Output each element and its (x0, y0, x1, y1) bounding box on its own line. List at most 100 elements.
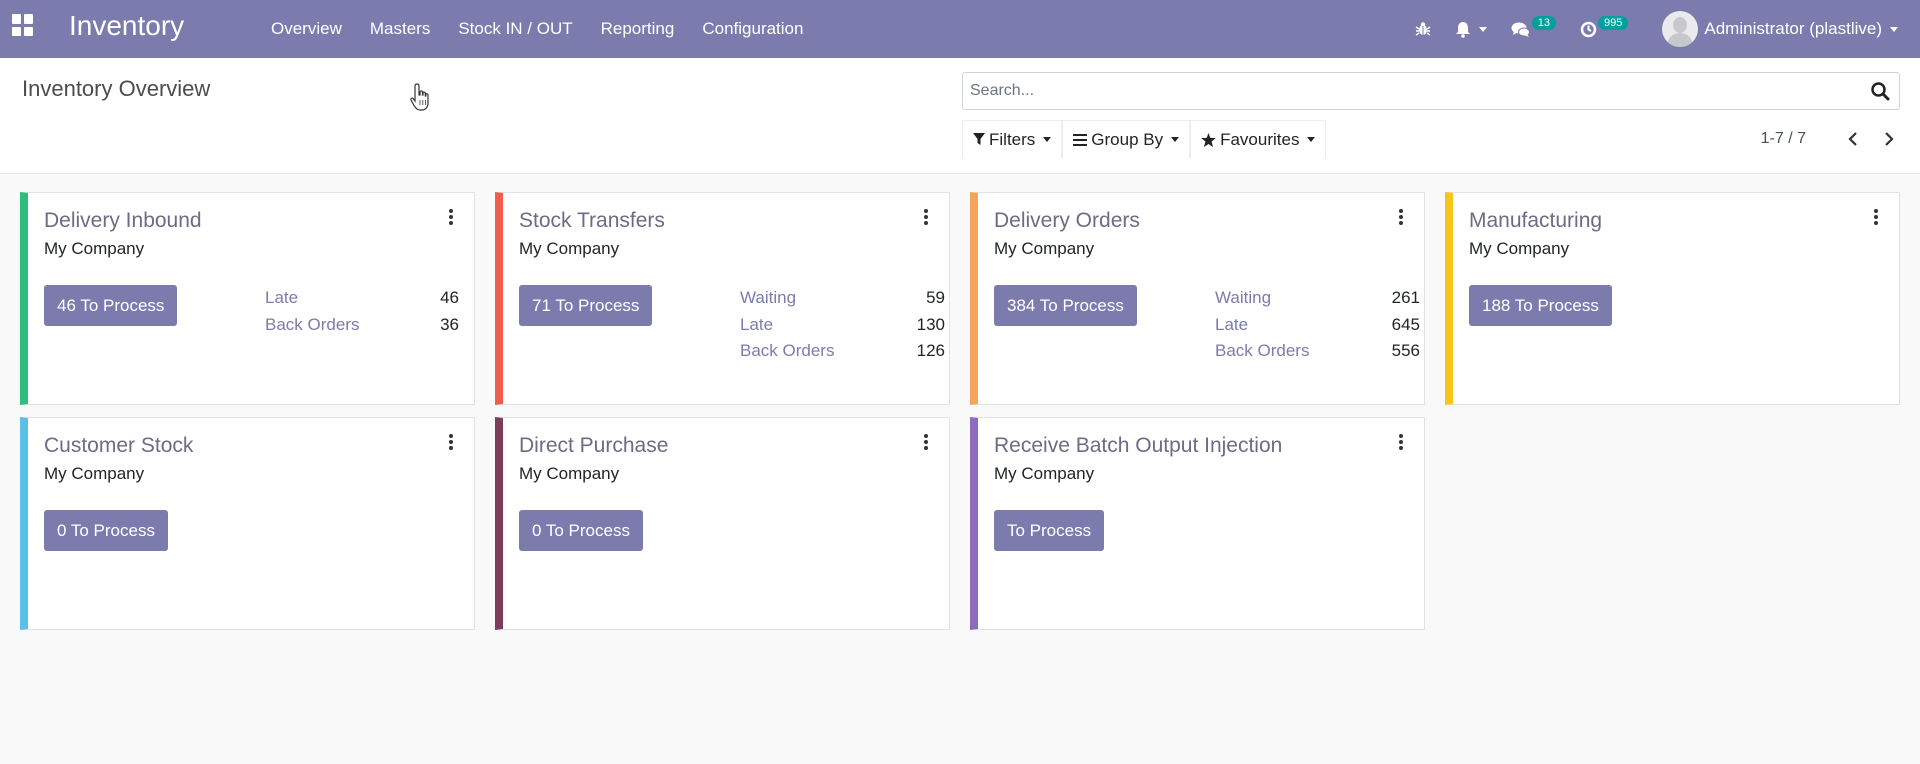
avatar (1662, 11, 1699, 47)
stat-label: Waiting (1215, 288, 1272, 308)
pager: 1-7 / 7 (1761, 130, 1898, 148)
card-title[interactable]: Delivery Orders (994, 209, 1140, 233)
chevron-down-icon (1890, 26, 1898, 32)
kanban-card-stock-transfers[interactable]: Stock Transfers My Company 71 To Process… (495, 192, 950, 405)
card-company: My Company (994, 239, 1095, 258)
search-icon[interactable] (1861, 73, 1899, 109)
more-options-icon[interactable] (1871, 207, 1881, 227)
to-process-button[interactable]: 0 To Process (44, 510, 168, 551)
kanban-card-delivery-inbound[interactable]: Delivery Inbound My Company 46 To Proces… (20, 192, 475, 405)
menu-item-stock-in-out[interactable]: Stock IN / OUT (444, 19, 586, 39)
search-options: Filters Group By Favourites (962, 120, 1327, 158)
user-name: Administrator (plastlive) (1704, 19, 1882, 38)
more-options-icon[interactable] (446, 432, 456, 452)
apps-menu-icon[interactable] (12, 14, 34, 36)
to-process-button[interactable]: 188 To Process (1469, 285, 1612, 326)
card-stats: Late 46 Back Orders 36 (265, 285, 459, 338)
search-bar (962, 72, 1900, 110)
user-menu[interactable]: Administrator (plastlive) (1662, 11, 1898, 47)
menu-item-configuration[interactable]: Configuration (688, 19, 817, 39)
stat-waiting[interactable]: Waiting 59 (740, 285, 945, 312)
pager-next-button[interactable] (1880, 130, 1898, 148)
stat-value: 46 (440, 288, 459, 308)
group-by-label: Group By (1091, 129, 1164, 149)
card-title[interactable]: Manufacturing (1469, 209, 1602, 233)
to-process-button[interactable]: 384 To Process (994, 285, 1137, 326)
more-options-icon[interactable] (446, 207, 456, 227)
kanban-card-customer-stock[interactable]: Customer Stock My Company 0 To Process (20, 417, 475, 630)
more-options-icon[interactable] (921, 432, 931, 452)
card-title[interactable]: Delivery Inbound (44, 209, 202, 233)
card-company: My Company (44, 464, 145, 483)
chevron-right-icon (1885, 132, 1894, 146)
more-options-icon[interactable] (1396, 207, 1406, 227)
main-menu: Overview Masters Stock IN / OUT Reportin… (257, 0, 817, 58)
stat-label: Back Orders (1215, 341, 1310, 361)
filters-label: Filters (989, 129, 1036, 149)
page-title: Inventory Overview (22, 76, 211, 101)
bug-icon (1415, 22, 1431, 36)
filter-icon (973, 133, 985, 145)
to-process-button[interactable]: 0 To Process (519, 510, 643, 551)
kanban-card-delivery-orders[interactable]: Delivery Orders My Company 384 To Proces… (970, 192, 1425, 405)
activity-button[interactable]: 995 (1580, 16, 1629, 38)
stat-back-orders[interactable]: Back Orders 556 (1215, 338, 1420, 365)
stat-label: Back Orders (740, 341, 835, 361)
more-options-icon[interactable] (921, 207, 931, 227)
card-company: My Company (994, 464, 1095, 483)
chat-icon (1511, 22, 1530, 37)
favourites-dropdown[interactable]: Favourites (1190, 120, 1327, 158)
card-title[interactable]: Direct Purchase (519, 434, 668, 458)
stat-label: Waiting (740, 288, 797, 308)
list-icon (1073, 133, 1088, 146)
to-process-button[interactable]: 46 To Process (44, 285, 178, 326)
messages-button[interactable]: 13 (1511, 16, 1557, 38)
filters-dropdown[interactable]: Filters (962, 120, 1063, 158)
kanban-card-direct-purchase[interactable]: Direct Purchase My Company 0 To Process (495, 417, 950, 630)
menu-item-overview[interactable]: Overview (257, 19, 356, 39)
group-by-dropdown[interactable]: Group By (1062, 120, 1191, 158)
card-title[interactable]: Stock Transfers (519, 209, 665, 233)
clock-icon (1580, 21, 1597, 37)
to-process-button[interactable]: 71 To Process (519, 285, 653, 326)
stat-late[interactable]: Late 130 (740, 312, 945, 339)
card-stats: Waiting 59 Late 130 Back Orders 126 (740, 285, 945, 365)
favourites-label: Favourites (1220, 129, 1300, 149)
to-process-button[interactable]: To Process (994, 510, 1105, 551)
search-input[interactable] (963, 82, 1861, 100)
kanban-card-manufacturing[interactable]: Manufacturing My Company 188 To Process (1445, 192, 1900, 405)
stat-label: Back Orders (265, 314, 360, 334)
pager-value[interactable]: 1-7 / 7 (1761, 130, 1806, 148)
chevron-down-icon (1478, 26, 1487, 32)
notifications-button[interactable] (1455, 21, 1487, 38)
kanban-card-receive-batch-output-injection[interactable]: Receive Batch Output Injection My Compan… (970, 417, 1425, 630)
stat-waiting[interactable]: Waiting 261 (1215, 285, 1420, 312)
chevron-down-icon (1171, 137, 1180, 142)
control-panel: Inventory Overview Filters Group By Favo… (0, 58, 1920, 174)
card-company: My Company (44, 239, 145, 258)
chevron-left-icon (1848, 132, 1857, 146)
chevron-down-icon (1307, 137, 1316, 142)
stat-value: 645 (1391, 314, 1420, 334)
card-title[interactable]: Customer Stock (44, 434, 193, 458)
menu-item-masters[interactable]: Masters (356, 19, 444, 39)
activity-count-badge: 995 (1598, 16, 1629, 30)
stat-value: 126 (916, 341, 945, 361)
stat-value: 130 (916, 314, 945, 334)
card-stats: Waiting 261 Late 645 Back Orders 556 (1215, 285, 1420, 365)
stat-late[interactable]: Late 645 (1215, 312, 1420, 339)
more-options-icon[interactable] (1396, 432, 1406, 452)
stat-label: Late (740, 314, 774, 334)
stat-value: 36 (440, 314, 459, 334)
app-brand[interactable]: Inventory (69, 10, 184, 42)
stat-value: 59 (926, 288, 945, 308)
chevron-down-icon (1043, 137, 1052, 142)
debug-button[interactable] (1415, 21, 1431, 37)
menu-item-reporting[interactable]: Reporting (587, 19, 689, 39)
pager-previous-button[interactable] (1844, 130, 1862, 148)
stat-back-orders[interactable]: Back Orders 36 (265, 312, 459, 339)
stat-back-orders[interactable]: Back Orders 126 (740, 338, 945, 365)
card-title[interactable]: Receive Batch Output Injection (994, 434, 1282, 458)
stat-label: Late (1215, 314, 1249, 334)
stat-late[interactable]: Late 46 (265, 285, 459, 312)
